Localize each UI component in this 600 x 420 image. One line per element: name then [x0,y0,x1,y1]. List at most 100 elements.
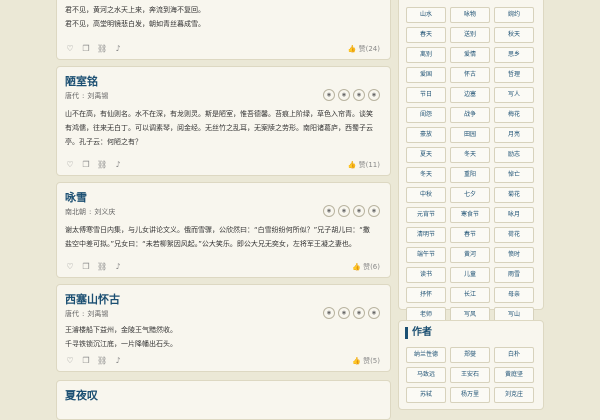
heart-icon[interactable]: ♡ [65,262,75,272]
author-tag[interactable]: 苏轼 [406,387,446,403]
circle-button[interactable]: ◉ [323,89,335,101]
like-count[interactable]: 👍 赞(24) [348,44,380,54]
author-tag[interactable]: 郑燮 [450,347,490,363]
poem-dynasty[interactable]: 南北朝 [65,208,86,216]
topic-tag[interactable]: 读书 [406,267,446,283]
circle-button[interactable]: ◉ [368,307,380,319]
topic-tag[interactable]: 爱国 [406,67,446,83]
topic-tag[interactable]: 菊花 [494,187,534,203]
topic-tag[interactable]: 离别 [406,47,446,63]
topic-tag[interactable]: 冬天 [450,147,490,163]
topic-tag[interactable]: 春天 [406,27,446,43]
topic-tag[interactable]: 春节 [450,227,490,243]
topic-tag[interactable]: 荷花 [494,227,534,243]
circle-button[interactable]: ◉ [353,89,365,101]
topic-tag[interactable]: 七夕 [450,187,490,203]
poem-title[interactable]: 陋室铭 [65,73,98,89]
topic-tag[interactable]: 月亮 [494,127,534,143]
topic-tag[interactable]: 长江 [450,287,490,303]
copy-icon[interactable]: ❐ [81,160,91,170]
author-tag[interactable]: 杨万里 [450,387,490,403]
topic-tag[interactable]: 爱情 [450,47,490,63]
circle-button[interactable]: ◉ [353,205,365,217]
link-icon[interactable]: ⛓ [97,356,107,366]
poem-title[interactable]: 西塞山怀古 [65,291,120,307]
poem-title[interactable]: 咏雪 [65,189,87,205]
poem-tools: ♡ ❐ ⛓ ♪ [65,160,123,170]
topic-tag[interactable]: 重阳 [450,167,490,183]
circle-button[interactable]: ◉ [338,89,350,101]
circle-button[interactable]: ◉ [338,205,350,217]
author-tag[interactable]: 王安石 [450,367,490,383]
topic-tag[interactable]: 婉约 [494,7,534,23]
poem-line: 亭。孔子云：何陋之有？ [65,138,142,146]
topic-tag[interactable]: 悼亡 [494,167,534,183]
circle-button[interactable]: ◉ [368,205,380,217]
topic-tag[interactable]: 秋天 [494,27,534,43]
topic-tag[interactable]: 冬天 [406,167,446,183]
topic-tag[interactable]: 端午节 [406,247,446,263]
link-icon[interactable]: ⛓ [97,44,107,54]
topic-tag[interactable]: 山水 [406,7,446,23]
topic-tag[interactable]: 寒食节 [450,207,490,223]
topic-tag[interactable]: 思乡 [494,47,534,63]
topic-tag[interactable]: 抒怀 [406,287,446,303]
heart-icon[interactable]: ♡ [65,356,75,366]
author-tag[interactable]: 刘克庄 [494,387,534,403]
topic-tag[interactable]: 儿童 [450,267,490,283]
topic-tag[interactable]: 黄河 [450,247,490,263]
copy-icon[interactable]: ❐ [81,356,91,366]
topic-tag[interactable]: 母亲 [494,287,534,303]
topic-tag[interactable]: 愤时 [494,247,534,263]
topic-tag[interactable]: 咏月 [494,207,534,223]
author-tag[interactable]: 纳兰性德 [406,347,446,363]
topic-tag[interactable]: 边塞 [450,87,490,103]
author-tag[interactable]: 白朴 [494,347,534,363]
topic-tag[interactable]: 闺怨 [406,107,446,123]
sound-icon[interactable]: ♪ [113,44,123,54]
sound-icon[interactable]: ♪ [113,356,123,366]
topic-tag[interactable]: 元宵节 [406,207,446,223]
copy-icon[interactable]: ❐ [81,262,91,272]
topic-tag[interactable]: 雨雪 [494,267,534,283]
author-tag[interactable]: 黄庭坚 [494,367,534,383]
like-count[interactable]: 👍 赞(11) [348,160,380,170]
topic-tag[interactable]: 豪放 [406,127,446,143]
circle-button[interactable]: ◉ [323,307,335,319]
topic-tag[interactable]: 田园 [450,127,490,143]
topic-tag[interactable]: 送别 [450,27,490,43]
topic-tag[interactable]: 战争 [450,107,490,123]
topic-tag[interactable]: 夏天 [406,147,446,163]
poem-dynasty[interactable]: 唐代 [65,310,79,318]
like-count[interactable]: 👍 赞(5) [352,356,380,366]
topic-tag[interactable]: 中秋 [406,187,446,203]
circle-button[interactable]: ◉ [353,307,365,319]
heart-icon[interactable]: ♡ [65,160,75,170]
poem-author[interactable]: 刘禹锡 [87,92,108,100]
topic-tag[interactable]: 写人 [494,87,534,103]
topic-tag[interactable]: 梅花 [494,107,534,123]
author-tag[interactable]: 马致远 [406,367,446,383]
circle-button[interactable]: ◉ [338,307,350,319]
heart-icon[interactable]: ♡ [65,44,75,54]
topic-tag[interactable]: 清明节 [406,227,446,243]
copy-icon[interactable]: ❐ [81,44,91,54]
circle-button[interactable]: ◉ [323,205,335,217]
thumb-up-icon: 👍 [352,357,362,365]
sound-icon[interactable]: ♪ [113,160,123,170]
circle-button[interactable]: ◉ [368,89,380,101]
topic-tag[interactable]: 励志 [494,147,534,163]
topic-tag[interactable]: 咏物 [450,7,490,23]
sound-icon[interactable]: ♪ [113,262,123,272]
link-icon[interactable]: ⛓ [97,262,107,272]
poem-dynasty[interactable]: 唐代 [65,92,79,100]
thumb-up-icon: 👍 [347,45,357,53]
topic-tag[interactable]: 哲理 [494,67,534,83]
poem-title[interactable]: 夏夜叹 [65,387,98,403]
link-icon[interactable]: ⛓ [97,160,107,170]
poem-author[interactable]: 刘义庆 [94,208,115,216]
topic-tag[interactable]: 节日 [406,87,446,103]
topic-tag[interactable]: 怀古 [450,67,490,83]
like-count[interactable]: 👍 赞(6) [352,262,380,272]
poem-author[interactable]: 刘禹锡 [87,310,108,318]
